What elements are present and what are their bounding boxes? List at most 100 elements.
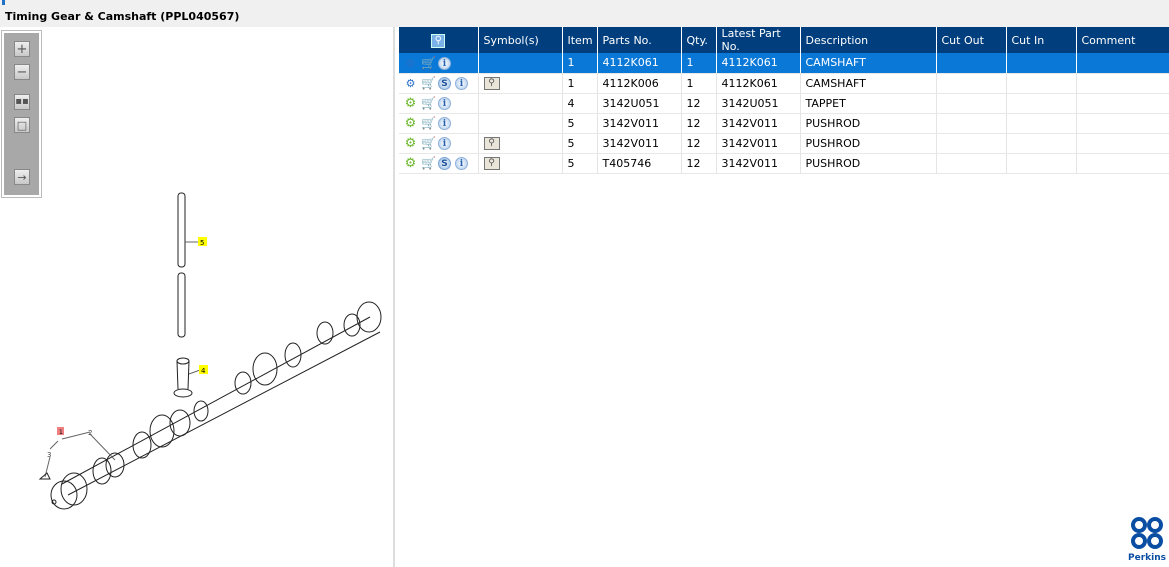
- item-cell: 5: [562, 153, 598, 174]
- cart-icon[interactable]: 🛒: [421, 56, 436, 70]
- column-header-parts-no[interactable]: Parts No.: [597, 27, 682, 53]
- perkins-emblem-icon: [1131, 517, 1163, 549]
- perkins-logo: Perkins: [1127, 517, 1167, 567]
- cart-icon[interactable]: 🛒: [421, 116, 436, 130]
- page-title: Timing Gear & Camshaft (PPL040567): [0, 8, 1169, 27]
- qty-cell: 12: [681, 153, 717, 174]
- parts-no-cell: 3142V011: [597, 133, 682, 154]
- column-header-latest-part-no[interactable]: Latest Part No.: [716, 27, 801, 53]
- search-column-header[interactable]: ⚲: [399, 27, 479, 53]
- table-row[interactable]: ⚙ 🛒 i 1 4112K061 1 4112K061 CAMSHAFT: [399, 53, 1169, 74]
- book-search-icon[interactable]: ⚲: [483, 76, 500, 90]
- search-icon[interactable]: ⚲: [431, 33, 446, 48]
- description-cell: CAMSHAFT: [800, 53, 937, 74]
- table-row[interactable]: ⚙ 🛒 Si ⚲ 1 4112K006 1 4112K061 CAMSHAFT: [399, 73, 1169, 94]
- description-cell: TAPPET: [800, 93, 937, 114]
- latest-part-cell: 4112K061: [716, 53, 801, 74]
- fit-view-button[interactable]: ▪▪: [14, 94, 30, 110]
- svg-text:1: 1: [59, 429, 63, 436]
- toggle-panel-button[interactable]: →: [14, 169, 30, 185]
- description-cell: PUSHROD: [800, 113, 937, 134]
- info-icon[interactable]: i: [438, 96, 451, 110]
- top-bar: [0, 0, 1169, 8]
- latest-part-cell: 3142U051: [716, 93, 801, 114]
- item-cell: 5: [562, 113, 598, 134]
- logo-text: Perkins: [1128, 553, 1166, 563]
- item-cell: 4: [562, 93, 598, 114]
- cart-icon[interactable]: 🛒: [421, 136, 436, 150]
- qty-cell: 1: [681, 73, 717, 94]
- parts-no-cell: 4112K061: [597, 53, 682, 74]
- zoom-in-button[interactable]: +: [14, 41, 30, 57]
- arrow-right-icon: →: [17, 170, 27, 184]
- column-header-qty[interactable]: Qty.: [681, 27, 717, 53]
- app-icon: [2, 0, 5, 5]
- parts-no-cell: 4112K006: [597, 73, 682, 94]
- parts-diagram[interactable]: 5 4 1 2 3: [0, 27, 393, 567]
- info-icon[interactable]: i: [455, 156, 468, 170]
- cart-icon[interactable]: 🛒: [421, 76, 436, 90]
- info-icon[interactable]: i: [438, 116, 451, 130]
- info-icon[interactable]: i: [438, 136, 451, 150]
- column-header-description[interactable]: Description: [800, 27, 937, 53]
- minus-icon: −: [16, 64, 28, 80]
- table-row[interactable]: ⚙ 🛒 i 5 3142V011 12 3142V011 PUSHROD: [399, 113, 1169, 134]
- supersession-icon[interactable]: S: [438, 156, 451, 170]
- tappet: [173, 357, 193, 398]
- drawing-panel[interactable]: 5 4 1 2 3 + − ▪▪ □ →: [0, 27, 395, 567]
- column-header-cut-in[interactable]: Cut In: [1006, 27, 1077, 53]
- info-icon[interactable]: i: [438, 56, 451, 70]
- parts-table-panel: ⚲ Symbol(s) Item Parts No. Qty. Latest P…: [399, 27, 1169, 567]
- parts-table: ⚲ Symbol(s) Item Parts No. Qty. Latest P…: [399, 27, 1169, 174]
- table-row[interactable]: ⚙ 🛒 i ⚲ 5 3142V011 12 3142V011 PUSHROD: [399, 133, 1169, 154]
- table-row[interactable]: ⚙ 🛒 Si ⚲ 5 T405746 12 3142V011 PUSHROD: [399, 153, 1169, 174]
- callout-2[interactable]: 2: [88, 429, 92, 437]
- item-cell: 5: [562, 133, 598, 154]
- description-cell: PUSHROD: [800, 133, 937, 154]
- parts-no-cell: 3142V011: [597, 113, 682, 134]
- column-header-cut-out[interactable]: Cut Out: [936, 27, 1007, 53]
- supersession-icon[interactable]: S: [438, 76, 451, 90]
- column-header-comment[interactable]: Comment: [1076, 27, 1169, 53]
- info-icon[interactable]: i: [455, 76, 468, 90]
- svg-text:5: 5: [200, 239, 204, 247]
- pushrod-upper: [177, 192, 186, 268]
- svg-text:4: 4: [201, 367, 206, 375]
- latest-part-cell: 3142V011: [716, 133, 801, 154]
- column-header-item[interactable]: Item: [562, 27, 598, 53]
- latest-part-cell: 3142V011: [716, 153, 801, 174]
- description-cell: PUSHROD: [800, 153, 937, 174]
- book-search-icon[interactable]: ⚲: [483, 156, 500, 170]
- callout-3[interactable]: 3: [47, 451, 51, 459]
- gear-icon[interactable]: ⚙: [404, 157, 417, 170]
- assembly-gears-icon[interactable]: ⚙: [404, 57, 417, 70]
- gear-icon[interactable]: ⚙: [404, 97, 417, 110]
- qty-cell: 12: [681, 133, 717, 154]
- latest-part-cell: 4112K061: [716, 73, 801, 94]
- qty-cell: 12: [681, 113, 717, 134]
- qty-cell: 12: [681, 93, 717, 114]
- item-cell: 1: [562, 53, 598, 74]
- gear-icon[interactable]: ⚙: [404, 117, 417, 130]
- column-header-symbols[interactable]: Symbol(s): [478, 27, 563, 53]
- assembly-gears-icon[interactable]: ⚙: [404, 77, 417, 90]
- cart-icon[interactable]: 🛒: [421, 96, 436, 110]
- book-search-icon[interactable]: ⚲: [483, 136, 500, 150]
- actual-size-button[interactable]: □: [14, 117, 30, 133]
- diagram-toolbar: + − ▪▪ □ →: [1, 30, 42, 198]
- square-icon: □: [16, 118, 28, 132]
- description-cell: CAMSHAFT: [800, 73, 937, 94]
- table-row[interactable]: ⚙ 🛒 i 4 3142U051 12 3142U051 TAPPET: [399, 93, 1169, 114]
- latest-part-cell: 3142V011: [716, 113, 801, 134]
- qty-cell: 1: [681, 53, 717, 74]
- item-cell: 1: [562, 73, 598, 94]
- zoom-out-button[interactable]: −: [14, 64, 30, 80]
- parts-no-cell: T405746: [597, 153, 682, 174]
- grid-icon: ▪▪: [15, 96, 29, 107]
- gear-icon[interactable]: ⚙: [404, 137, 417, 150]
- parts-no-cell: 3142U051: [597, 93, 682, 114]
- pushrod-lower: [177, 272, 186, 338]
- plus-icon: +: [16, 41, 28, 57]
- camshaft: [50, 301, 382, 510]
- cart-icon[interactable]: 🛒: [421, 156, 436, 170]
